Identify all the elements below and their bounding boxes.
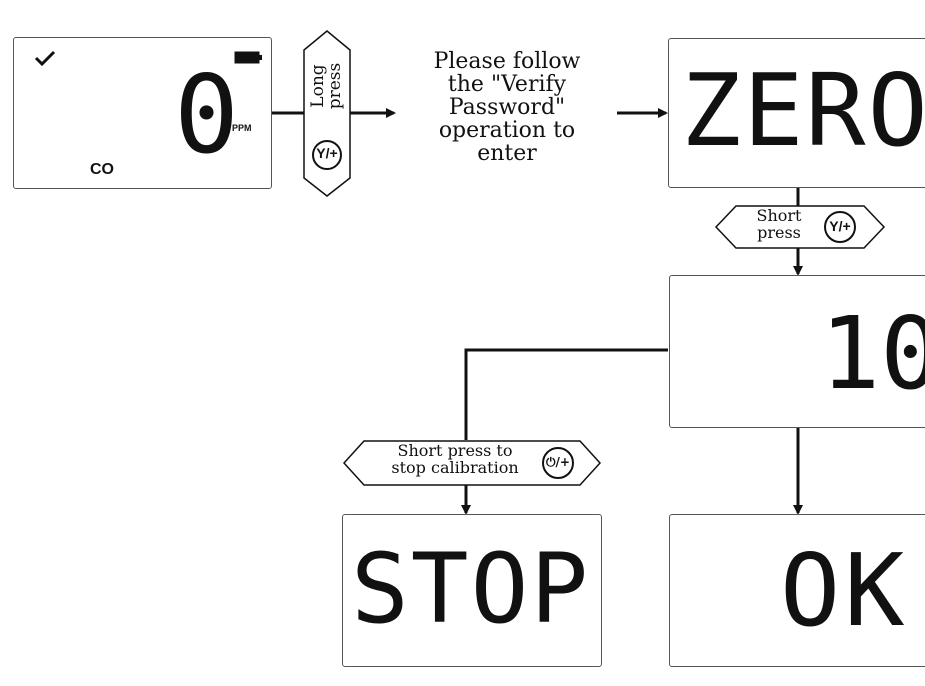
stop-display: STOP (342, 514, 602, 667)
value-display: 10 (669, 275, 925, 428)
instruction-line1: Please follow (433, 49, 581, 74)
stop-press-text: Short press to stop calibration (366, 442, 544, 477)
short-press-line2: press (757, 222, 801, 242)
initial-display: 0 PPM CO (13, 37, 272, 189)
stop-text: STOP (351, 533, 591, 645)
instruction-line5: enter (477, 141, 537, 167)
stop-press-line2: stop calibration (391, 457, 519, 477)
long-press-text: Long press (308, 41, 345, 131)
zero-text: ZERO (681, 52, 925, 169)
long-press-line2: press (325, 62, 345, 110)
short-press-text: Short press (736, 207, 822, 242)
arrow-value-to-stop-path (464, 348, 668, 440)
instruction-line4: operation to (438, 118, 576, 144)
instruction-line2: the "Verify (447, 72, 567, 98)
initial-reading: 0 (174, 53, 240, 178)
checkmark-icon (34, 50, 56, 66)
key-label-longpress: Y/+ (316, 145, 338, 161)
ok-text: OK (780, 532, 909, 649)
instruction-line3: Password" (448, 95, 566, 121)
unit-label: PPM (232, 123, 252, 133)
ok-display: OK (669, 514, 925, 667)
gas-label: CO (90, 161, 114, 178)
key-label-shortpress: Y/+ (829, 218, 851, 234)
value-text: 10 (820, 295, 925, 412)
zero-display: ZERO (668, 38, 925, 188)
instruction-text: Please follow the "Verify Password" oper… (398, 49, 616, 167)
key-label-stoppress: ⏻/+ (546, 455, 570, 469)
